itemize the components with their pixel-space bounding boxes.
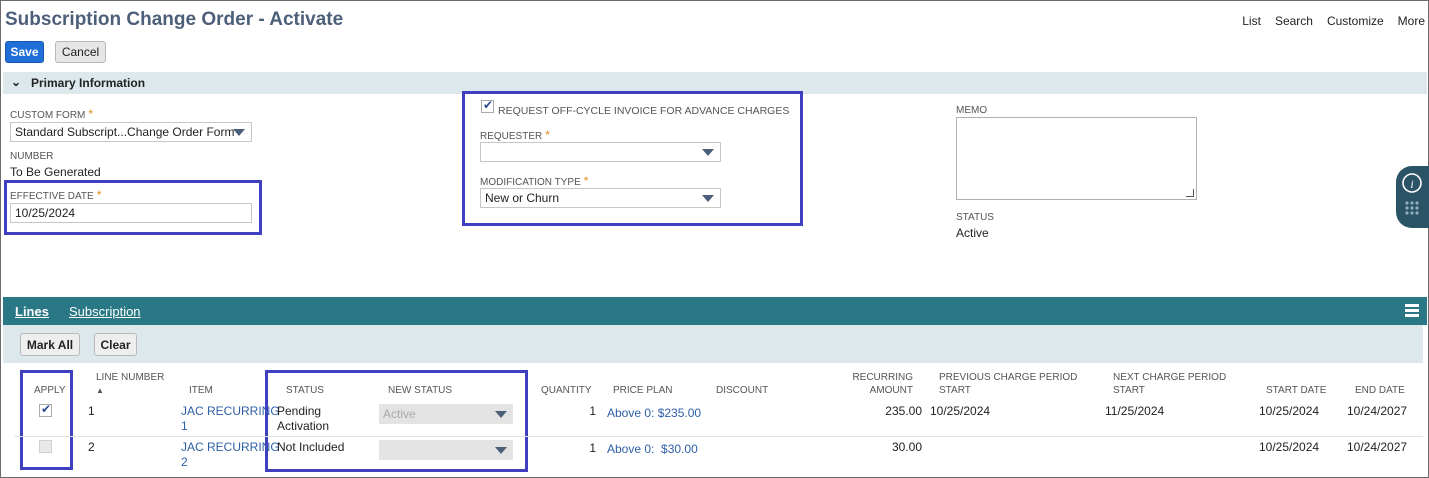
- tab-lines[interactable]: Lines: [15, 304, 49, 319]
- chevron-down-icon: [702, 149, 714, 156]
- mark-all-button[interactable]: Mark All: [20, 333, 80, 356]
- row-1-new-status-select[interactable]: Active: [379, 404, 513, 424]
- row-1-start-date: 10/25/2024: [1259, 404, 1320, 418]
- row-1-line-number: 1: [88, 404, 95, 418]
- side-widget[interactable]: i: [1396, 166, 1429, 228]
- lines-toolbar: [3, 325, 1423, 363]
- row-2-start-date: 10/25/2024: [1259, 440, 1320, 454]
- requester-label: REQUESTER *: [480, 128, 550, 142]
- row-1-recurring-amount: 235.00: [885, 404, 922, 418]
- row-1-new-status-value: Active: [383, 407, 416, 421]
- col-quantity: QUANTITY: [541, 385, 592, 396]
- modification-type-label: MODIFICATION TYPE *: [480, 174, 589, 188]
- col-item: ITEM: [189, 385, 213, 396]
- row-1-next-charge-start: 11/25/2024: [1105, 404, 1165, 418]
- more-link[interactable]: More: [1398, 14, 1425, 28]
- number-label: NUMBER: [10, 151, 54, 162]
- col-new-status: NEW STATUS: [388, 385, 453, 396]
- row-2-end-date: 10/24/2027: [1347, 440, 1408, 454]
- number-value: To Be Generated: [10, 165, 101, 179]
- row-2-new-status-select[interactable]: [379, 440, 513, 460]
- offcycle-label: REQUEST OFF-CYCLE INVOICE FOR ADVANCE CH…: [498, 105, 790, 117]
- col-discount: DISCOUNT: [716, 385, 769, 396]
- row-2-price-plan-link[interactable]: Above 0: $30.00: [607, 442, 698, 457]
- row-1-price-plan-link[interactable]: Above 0: $235.00: [607, 406, 701, 421]
- row-2-item-link[interactable]: JAC RECURRING 2: [181, 440, 280, 470]
- status-value: Active: [956, 226, 989, 240]
- status-label: STATUS: [956, 212, 994, 223]
- effective-date-label: EFFECTIVE DATE *: [10, 188, 102, 202]
- row-divider: [14, 436, 1423, 437]
- modification-type-value: New or Churn: [485, 191, 560, 205]
- row-1-prev-charge-start: 10/25/2024: [930, 404, 991, 418]
- row-2-status: Not Included: [277, 440, 345, 454]
- chevron-down-icon: ⌄: [11, 75, 22, 89]
- save-button[interactable]: Save: [5, 41, 44, 63]
- chevron-down-icon: [495, 447, 507, 454]
- col-line-number[interactable]: LINE NUMBER ▲: [96, 371, 164, 397]
- offcycle-checkbox[interactable]: [481, 98, 494, 113]
- custom-form-select[interactable]: Standard Subscript...Change Order Form: [10, 122, 252, 142]
- row-2-line-number: 2: [88, 440, 95, 454]
- list-link[interactable]: List: [1242, 14, 1261, 28]
- customize-link[interactable]: Customize: [1327, 14, 1384, 28]
- top-links: List Search Customize More: [1242, 14, 1425, 28]
- custom-form-label: CUSTOM FORM *: [10, 107, 94, 121]
- memo-label: MEMO: [956, 105, 988, 116]
- row-2-quantity: 1: [589, 441, 596, 455]
- col-apply: APPLY: [34, 385, 66, 396]
- modification-type-select[interactable]: New or Churn: [480, 188, 721, 208]
- memo-textarea[interactable]: [956, 117, 1197, 200]
- subtab-bar: Lines Subscription: [3, 297, 1427, 325]
- col-end-date: END DATE: [1355, 385, 1405, 396]
- row-1-item-link[interactable]: JAC RECURRING 1: [181, 404, 280, 434]
- search-link[interactable]: Search: [1275, 14, 1313, 28]
- resize-grip-icon[interactable]: [1186, 189, 1194, 197]
- svg-text:i: i: [1410, 177, 1413, 191]
- col-price-plan: PRICE PLAN: [613, 385, 673, 396]
- info-icon[interactable]: i: [1396, 166, 1429, 228]
- clear-button[interactable]: Clear: [94, 333, 137, 356]
- col-start-date: START DATE: [1266, 385, 1327, 396]
- row-2-recurring-amount: 30.00: [891, 440, 922, 454]
- row-2-apply-checkbox[interactable]: [39, 440, 52, 453]
- col-next-charge-start: NEXT CHARGE PERIOD START: [1113, 372, 1227, 396]
- menu-icon[interactable]: [1405, 304, 1419, 318]
- custom-form-value: Standard Subscript...Change Order Form: [15, 125, 235, 139]
- chevron-down-icon: [233, 129, 245, 136]
- row-1-end-date: 10/24/2027: [1347, 404, 1408, 418]
- effective-date-input[interactable]: 10/25/2024: [10, 203, 252, 223]
- col-prev-charge-start: PREVIOUS CHARGE PERIOD START: [939, 372, 1078, 396]
- page-title: Subscription Change Order - Activate: [5, 9, 344, 30]
- col-status: STATUS: [286, 385, 324, 396]
- row-1-apply-checkbox[interactable]: [39, 402, 52, 417]
- row-1-status: Pending Activation: [277, 404, 330, 433]
- requester-select[interactable]: [480, 142, 721, 162]
- section-label: Primary Information: [31, 76, 146, 90]
- cancel-button[interactable]: Cancel: [55, 41, 106, 63]
- chevron-down-icon: [495, 411, 507, 418]
- col-recurring-amount: RECURRING AMOUNT: [852, 372, 913, 396]
- chevron-down-icon: [702, 195, 714, 202]
- row-1-quantity: 1: [589, 404, 596, 418]
- tab-subscription[interactable]: Subscription: [69, 304, 141, 319]
